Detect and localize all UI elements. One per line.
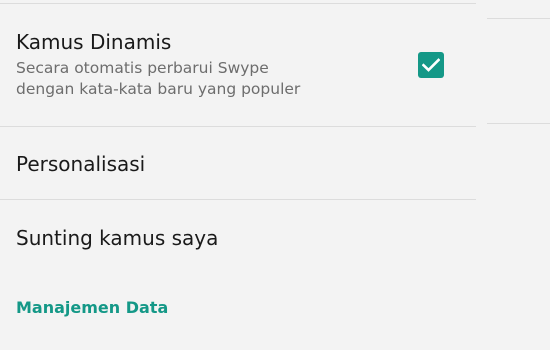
right-pane-divider [487, 123, 550, 124]
setting-title: Personalisasi [16, 152, 146, 176]
right-pane-divider [487, 18, 550, 19]
divider [0, 199, 476, 200]
setting-title: Kamus Dinamis [16, 30, 172, 54]
setting-summary: dengan kata-kata baru yang populer [16, 80, 301, 98]
category-header-data-management: Manajemen Data [16, 298, 169, 317]
divider [0, 3, 476, 4]
setting-summary: Secara otomatis perbarui Swype [16, 59, 269, 77]
divider [0, 126, 476, 127]
setting-dynamic-dictionary[interactable]: Kamus Dinamis Secara otomatis perbarui S… [16, 29, 476, 109]
setting-personalization[interactable]: Personalisasi [16, 151, 476, 177]
setting-edit-dictionary[interactable]: Sunting kamus saya [16, 225, 476, 251]
dynamic-dictionary-checkbox[interactable] [418, 52, 444, 78]
setting-title: Sunting kamus saya [16, 226, 219, 250]
settings-screen: Kamus Dinamis Secara otomatis perbarui S… [0, 0, 550, 350]
check-icon [422, 58, 440, 72]
